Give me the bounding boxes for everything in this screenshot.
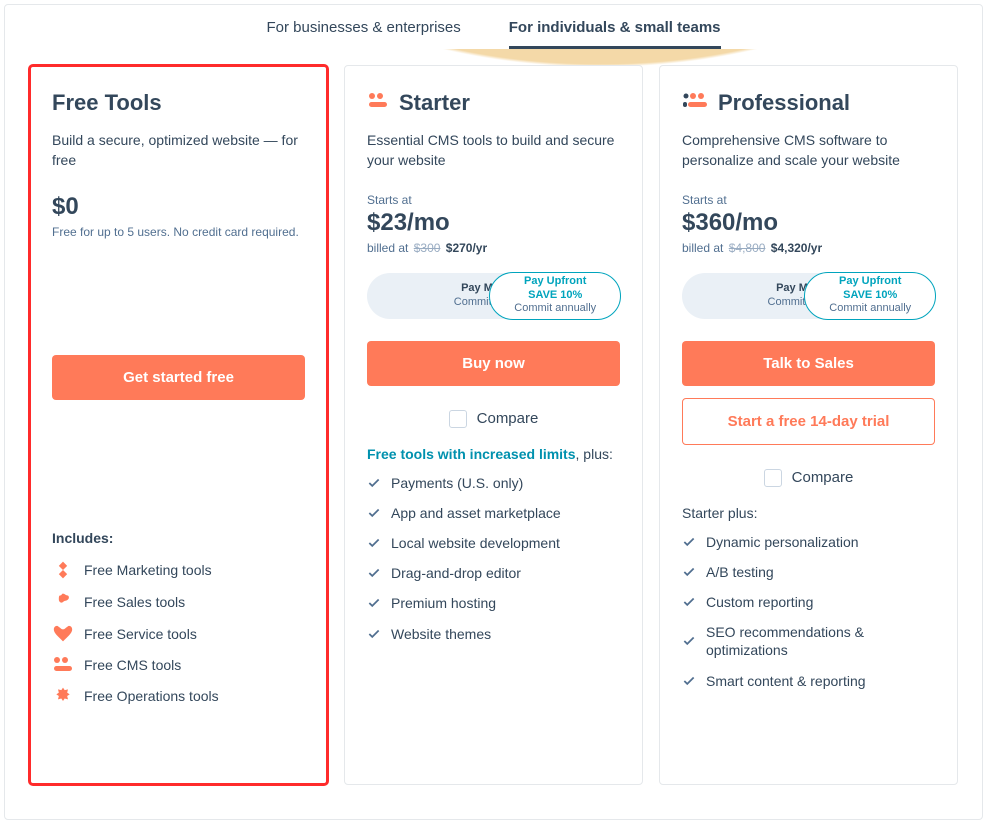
feature-item: Free Marketing tools xyxy=(52,560,305,580)
buy-now-button[interactable]: Buy now xyxy=(367,341,620,386)
plan-card-free: Free Tools Build a secure, optimized web… xyxy=(29,65,328,785)
feature-item: Free Sales tools xyxy=(52,592,305,612)
feature-item: Smart content & reporting xyxy=(682,672,935,690)
get-started-free-button[interactable]: Get started free xyxy=(52,355,305,400)
cms-icon xyxy=(52,657,74,673)
check-icon xyxy=(682,535,696,549)
includes-heading: Includes: xyxy=(52,530,305,546)
check-icon xyxy=(682,565,696,579)
plan-card-professional: Professional Comprehensive CMS software … xyxy=(659,65,958,785)
compare-checkbox[interactable] xyxy=(449,410,467,428)
feature-item: Local website development xyxy=(367,534,620,552)
free-tools-link[interactable]: Free tools with increased limits xyxy=(367,446,576,462)
check-icon xyxy=(367,566,381,580)
feature-label: Free CMS tools xyxy=(84,656,181,674)
check-icon xyxy=(367,476,381,490)
plan-card-starter: Starter Essential CMS tools to build and… xyxy=(344,65,643,785)
compare-label: Compare xyxy=(792,469,854,486)
billing-note: billed at $300 $270/yr xyxy=(367,241,620,255)
pay-upfront-option[interactable]: Pay Upfront SAVE 10% Commit annually xyxy=(489,272,621,320)
plan-price-note: Free for up to 5 users. No credit card r… xyxy=(52,225,305,239)
check-icon xyxy=(367,506,381,520)
service-icon xyxy=(52,624,74,644)
feature-item: Website themes xyxy=(367,625,620,643)
check-icon xyxy=(367,627,381,641)
feature-item: Free Service tools xyxy=(52,624,305,644)
plan-title: Starter xyxy=(399,90,470,116)
feature-label: Free Sales tools xyxy=(84,593,185,611)
check-icon xyxy=(367,596,381,610)
check-icon xyxy=(682,674,696,688)
check-icon xyxy=(367,536,381,550)
tab-individuals[interactable]: For individuals & small teams xyxy=(509,9,721,49)
starter-plan-icon xyxy=(367,92,389,115)
feature-item: Payments (U.S. only) xyxy=(367,474,620,492)
marketing-icon xyxy=(52,560,74,580)
plan-price: $23/mo xyxy=(367,209,620,237)
plan-description: Build a secure, optimized website — for … xyxy=(52,130,305,171)
check-icon xyxy=(682,595,696,609)
feature-label: Free Operations tools xyxy=(84,687,219,705)
feature-item: Custom reporting xyxy=(682,593,935,611)
starts-at-label: Starts at xyxy=(682,193,935,207)
feature-item: App and asset marketplace xyxy=(367,504,620,522)
feature-item: Free CMS tools xyxy=(52,656,305,674)
compare-checkbox[interactable] xyxy=(764,469,782,487)
feature-label: Free Marketing tools xyxy=(84,561,212,579)
plan-price: $0 xyxy=(52,193,305,221)
plan-description: Essential CMS tools to build and secure … xyxy=(367,130,620,171)
talk-to-sales-button[interactable]: Talk to Sales xyxy=(682,341,935,386)
compare-label: Compare xyxy=(477,410,539,427)
operations-icon xyxy=(52,686,74,706)
plan-title: Free Tools xyxy=(52,90,162,116)
start-trial-button[interactable]: Start a free 14-day trial xyxy=(682,398,935,445)
feature-item: Drag-and-drop editor xyxy=(367,564,620,582)
feature-item: A/B testing xyxy=(682,563,935,581)
billing-toggle: Pay Monthly Commit monthly Pay Upfront S… xyxy=(367,273,620,319)
check-icon xyxy=(682,634,696,648)
plan-description: Comprehensive CMS software to personaliz… xyxy=(682,130,935,171)
features-heading: Free tools with increased limits, plus: xyxy=(367,446,620,462)
features-heading: Starter plus: xyxy=(682,505,935,521)
plan-price: $360/mo xyxy=(682,209,935,237)
starts-at-label: Starts at xyxy=(367,193,620,207)
feature-item: Free Operations tools xyxy=(52,686,305,706)
feature-item: SEO recommendations & optimizations xyxy=(682,623,935,659)
tab-businesses[interactable]: For businesses & enterprises xyxy=(267,9,461,49)
feature-item: Dynamic personalization xyxy=(682,533,935,551)
plan-title: Professional xyxy=(718,90,850,116)
audience-tabs: For businesses & enterprises For individ… xyxy=(5,5,982,49)
sales-icon xyxy=(52,592,74,612)
pay-upfront-option[interactable]: Pay Upfront SAVE 10% Commit annually xyxy=(804,272,936,320)
professional-plan-icon xyxy=(682,92,708,115)
feature-item: Premium hosting xyxy=(367,594,620,612)
billing-toggle: Pay Monthly Commit annually Pay Upfront … xyxy=(682,273,935,319)
billing-note: billed at $4,800 $4,320/yr xyxy=(682,241,935,255)
feature-label: Free Service tools xyxy=(84,625,197,643)
